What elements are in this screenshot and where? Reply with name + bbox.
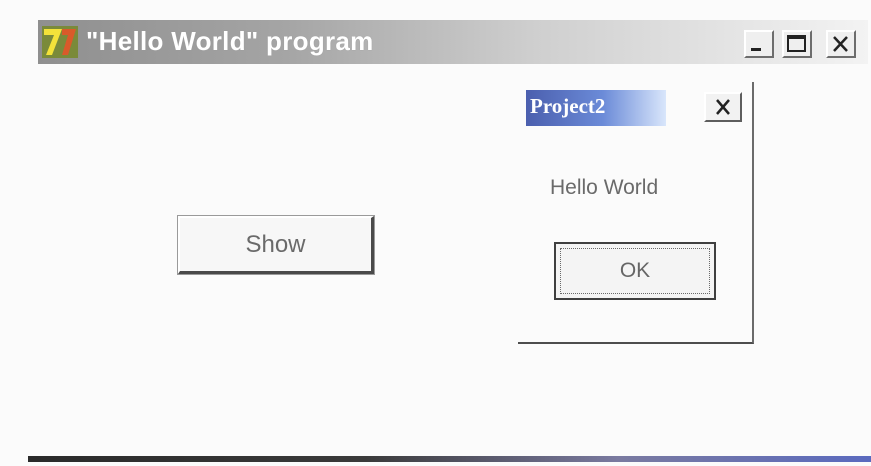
close-icon — [716, 99, 730, 115]
app-icon — [42, 26, 78, 58]
dialog-close-button[interactable] — [704, 92, 742, 122]
maximize-button[interactable] — [782, 30, 812, 58]
main-window: "Hello World" program Show Project2 Hell… — [0, 0, 871, 466]
minimize-button[interactable] — [744, 30, 774, 58]
ok-button[interactable]: OK — [554, 242, 716, 300]
window-title: "Hello World" program — [86, 26, 374, 56]
minimize-icon — [751, 48, 761, 51]
ok-button-label: OK — [560, 248, 710, 294]
maximize-icon — [787, 35, 806, 52]
close-button[interactable] — [826, 30, 856, 58]
message-dialog: Project2 Hello World OK — [518, 82, 754, 344]
close-icon — [833, 36, 848, 52]
taskbar-edge — [28, 456, 871, 462]
dialog-message: Hello World — [550, 176, 659, 199]
dialog-title: Project2 — [530, 94, 606, 118]
show-button[interactable]: Show — [177, 215, 375, 275]
